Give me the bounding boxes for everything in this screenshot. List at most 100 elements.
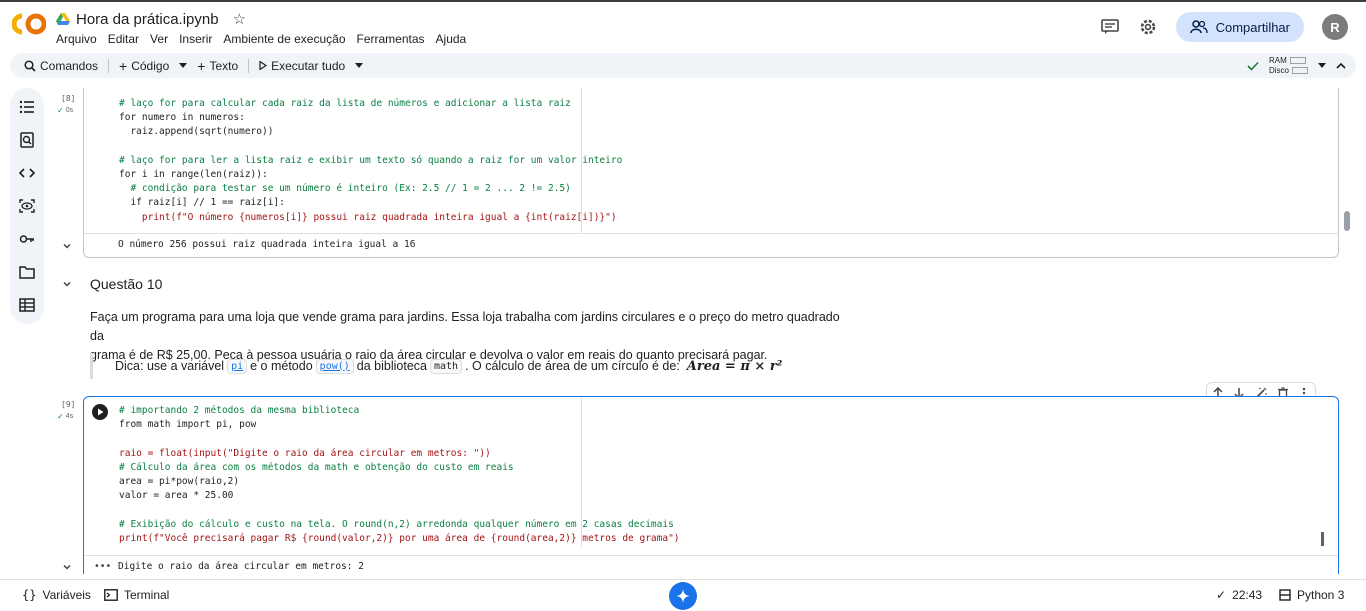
code-line-9: # Exibição do cálculo e custo na tela. O… xyxy=(119,518,674,530)
header: Hora da prática.ipynb ☆ Arquivo Editar V… xyxy=(0,2,1366,50)
code-cell-8[interactable]: # laço for para calcular cada raiz da li… xyxy=(83,88,1339,258)
terminal-icon xyxy=(104,589,118,601)
menu-ajuda[interactable]: Ajuda xyxy=(436,32,467,46)
execution-status: ✓ 4s xyxy=(57,412,73,421)
check-icon: ✓ xyxy=(57,412,64,421)
code-line-5: # Cálculo da área com os métodos da math… xyxy=(119,461,514,473)
code-line-7: valor = area * 25.00 xyxy=(119,490,234,502)
run-all-button[interactable]: Executar tudo xyxy=(253,53,351,78)
menu-bar: Arquivo Editar Ver Inserir Ambiente de e… xyxy=(56,32,466,46)
notebook-name[interactable]: Hora da prática.ipynb xyxy=(76,11,219,28)
connected-check-icon xyxy=(1247,61,1259,71)
section-heading: Questão 10 xyxy=(90,276,163,292)
secrets-key-icon[interactable] xyxy=(19,231,35,247)
execution-count: [8] xyxy=(61,94,76,103)
code-line-6: area = pi*pow(raio,2) xyxy=(119,476,240,488)
code-editor[interactable]: # importando 2 métodos da mesma bibliote… xyxy=(119,404,680,546)
code-line-4: raio = float(input("Digite o raio da áre… xyxy=(119,447,491,459)
section-collapse-chevron-icon[interactable] xyxy=(62,279,72,289)
colab-logo[interactable] xyxy=(12,12,46,36)
curly-braces-icon: {} xyxy=(22,588,37,602)
search-icon xyxy=(24,59,36,72)
code-line-3: raiz.append(sqrt(numero)) xyxy=(119,126,274,138)
toolbar-right: RAM Disco xyxy=(1247,53,1346,78)
check-icon: ✓ xyxy=(57,106,64,115)
variables-inspector-icon[interactable] xyxy=(19,198,35,214)
gemini-assistant-button[interactable] xyxy=(669,582,697,610)
ram-bar xyxy=(1289,56,1306,64)
execution-time: 0s xyxy=(65,107,74,114)
code-cell-9[interactable]: # importando 2 métodos da mesma bibliote… xyxy=(83,396,1339,574)
code-editor[interactable]: # laço for para calcular cada raiz da li… xyxy=(119,97,622,225)
code-line-2: from math import pi, pow xyxy=(119,419,257,431)
run-all-label: Executar tudo xyxy=(271,58,346,73)
comments-icon[interactable] xyxy=(1100,17,1120,37)
resource-monitor[interactable]: RAM Disco xyxy=(1269,56,1308,76)
menu-editar[interactable]: Editar xyxy=(108,32,139,46)
table-of-contents-icon[interactable] xyxy=(19,99,35,115)
notebook-content: [8] ✓ 0s # laço for para calcular cada ra… xyxy=(52,88,1354,574)
runtime-type[interactable]: Python 3 xyxy=(1279,588,1344,602)
output-divider xyxy=(84,233,1338,234)
cell-output: O número 256 possui raiz quadrada inteir… xyxy=(118,239,416,250)
menu-ambiente[interactable]: Ambiente de execução xyxy=(223,32,345,46)
settings-gear-icon[interactable] xyxy=(1138,17,1158,37)
tip-blockquote: Dica: use a variável pi e o método pow()… xyxy=(90,353,782,379)
collapse-output-chevron-icon[interactable] xyxy=(62,562,72,572)
chevron-down-icon[interactable] xyxy=(1318,63,1326,68)
tip-text-2: e o método xyxy=(250,359,313,373)
runtime-time: 22:43 xyxy=(1232,588,1263,602)
cell-output: Digite o raio da área circular em metros… xyxy=(118,561,364,572)
question-text-line-1: Faça um programa para uma loja que vende… xyxy=(90,310,840,343)
add-code-label: Código xyxy=(131,58,170,73)
menu-ferramentas[interactable]: Ferramentas xyxy=(357,32,425,46)
collapse-toolbar-icon[interactable] xyxy=(1336,62,1346,69)
avatar[interactable]: R xyxy=(1322,14,1348,40)
commands-button[interactable]: Comandos xyxy=(18,53,104,78)
area-formula: Area = π × r² xyxy=(686,358,783,374)
check-icon: ✓ xyxy=(1216,588,1227,602)
chevron-down-icon xyxy=(355,63,364,68)
runtime-status[interactable]: ✓ 22:43 xyxy=(1216,588,1262,602)
play-icon xyxy=(98,408,104,416)
scrollbar-thumb[interactable] xyxy=(1344,211,1350,231)
people-icon xyxy=(1189,20,1208,34)
run-all-dropdown[interactable] xyxy=(351,53,367,78)
toolbar-divider xyxy=(248,58,250,73)
menu-inserir[interactable]: Inserir xyxy=(179,32,212,46)
terminal-label: Terminal xyxy=(124,588,170,602)
add-code-button[interactable]: + Código xyxy=(113,53,175,78)
code-line-5: # laço for para ler a lista raiz e exibi… xyxy=(119,154,623,166)
toolbar: Comandos + Código + Texto Executar tudo … xyxy=(10,53,1356,78)
code-line-8: if raiz[i] // 1 == raiz[i]: xyxy=(119,197,285,209)
notebook-title: Hora da prática.ipynb ☆ xyxy=(56,10,246,28)
find-replace-icon[interactable] xyxy=(19,132,35,148)
disk-label: Disco xyxy=(1268,65,1289,75)
run-cell-button[interactable] xyxy=(92,404,108,420)
data-table-icon[interactable] xyxy=(19,297,35,313)
add-code-dropdown[interactable] xyxy=(175,53,191,78)
add-text-button[interactable]: + Texto xyxy=(191,53,244,78)
variables-label: Variáveis xyxy=(42,588,91,602)
add-text-label: Texto xyxy=(209,58,239,73)
star-icon[interactable]: ☆ xyxy=(233,10,246,28)
commands-label: Comandos xyxy=(40,58,99,73)
tip-text-1: Dica: use a variável xyxy=(115,359,225,373)
tip-math-code: math xyxy=(429,358,463,374)
code-line-1: # laço for para calcular cada raiz da li… xyxy=(119,98,571,109)
files-folder-icon[interactable] xyxy=(19,264,35,280)
tip-text-4: . O cálculo de área de um círculo é de: xyxy=(465,359,680,373)
variables-button[interactable]: {} Variáveis xyxy=(22,588,91,602)
tip-pow-code[interactable]: pow() xyxy=(315,358,354,374)
menu-ver[interactable]: Ver xyxy=(150,32,168,46)
menu-arquivo[interactable]: Arquivo xyxy=(56,32,97,46)
share-button[interactable]: Compartilhar xyxy=(1175,12,1304,42)
output-more-dots[interactable]: ••• xyxy=(94,561,111,572)
tip-pi-code[interactable]: pi xyxy=(227,358,248,374)
code-snippets-icon[interactable] xyxy=(19,165,35,181)
drive-icon[interactable] xyxy=(56,13,70,25)
text-cursor xyxy=(1321,532,1324,546)
collapse-output-chevron-icon[interactable] xyxy=(62,241,72,251)
terminal-button[interactable]: Terminal xyxy=(104,588,169,602)
toolbar-left: Comandos + Código + Texto Executar tudo xyxy=(18,53,367,78)
